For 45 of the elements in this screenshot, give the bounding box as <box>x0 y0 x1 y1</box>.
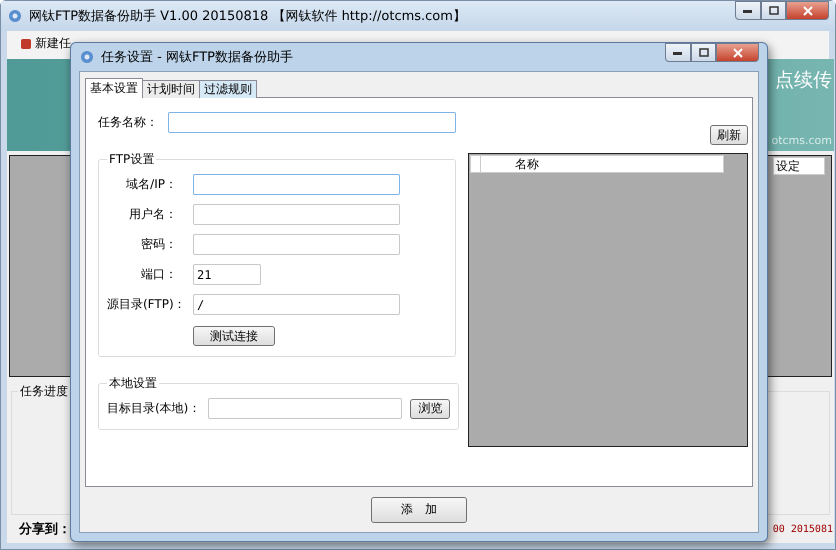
input-field[interactable] <box>193 234 400 255</box>
input-field[interactable] <box>208 398 402 419</box>
group-title: 任务进度 <box>19 383 69 400</box>
dialog-title: 任务设置 - 网钛FTP数据备份助手 <box>101 49 294 66</box>
add-button[interactable]: 添 加 <box>371 496 467 522</box>
minimize-icon <box>743 8 753 12</box>
input-field[interactable] <box>168 112 456 133</box>
status-text: 00 2015081 <box>772 524 833 534</box>
share-label: 分享到： <box>19 520 71 538</box>
column-header: 名称 <box>470 155 724 173</box>
refresh-button[interactable]: 刷新 <box>710 125 748 145</box>
close-button[interactable] <box>716 43 759 62</box>
field-label: 密码： <box>140 236 177 253</box>
close-icon <box>732 48 742 58</box>
close-icon <box>802 6 812 16</box>
input-field[interactable] <box>193 174 400 195</box>
maximize-button[interactable] <box>761 1 786 20</box>
maximize-icon <box>698 48 708 57</box>
field-label: 用户名： <box>128 206 177 223</box>
tab[interactable]: 计划时间 <box>142 80 200 98</box>
input-field[interactable]: 21 <box>193 264 261 285</box>
banner-url: otcms.com <box>771 134 832 147</box>
minimize-icon <box>673 50 683 54</box>
input-field[interactable] <box>193 204 400 225</box>
group-title: 本地设置 <box>108 375 158 392</box>
minimize-button[interactable] <box>665 43 691 62</box>
field-label: 目标目录(本地)： <box>107 400 200 417</box>
field-label: 端口： <box>140 266 177 283</box>
column-header: 设定 <box>773 157 825 175</box>
minimize-button[interactable] <box>735 1 761 20</box>
group-title: FTP设置 <box>108 151 156 168</box>
field-label: 域名/IP： <box>125 176 177 193</box>
tab[interactable]: 基本设置 <box>85 78 143 98</box>
maximize-icon <box>768 6 778 15</box>
tab[interactable]: 过滤规则 <box>199 80 257 98</box>
maximize-button[interactable] <box>691 43 716 62</box>
test-connection-button[interactable]: 测试连接 <box>193 326 275 346</box>
window-title: 网钛FTP数据备份助手 V1.00 20150818 【网钛软件 http://otcms.com】 <box>29 8 467 25</box>
browse-button[interactable]: 浏览 <box>410 398 450 418</box>
input-field[interactable]: / <box>193 294 400 315</box>
menu-item-icon <box>21 38 31 48</box>
field-label: 任务名称： <box>98 114 158 131</box>
menu-item[interactable]: 新建任 <box>35 35 71 52</box>
close-button[interactable] <box>786 1 829 20</box>
banner-text: 点续传 <box>775 68 832 93</box>
